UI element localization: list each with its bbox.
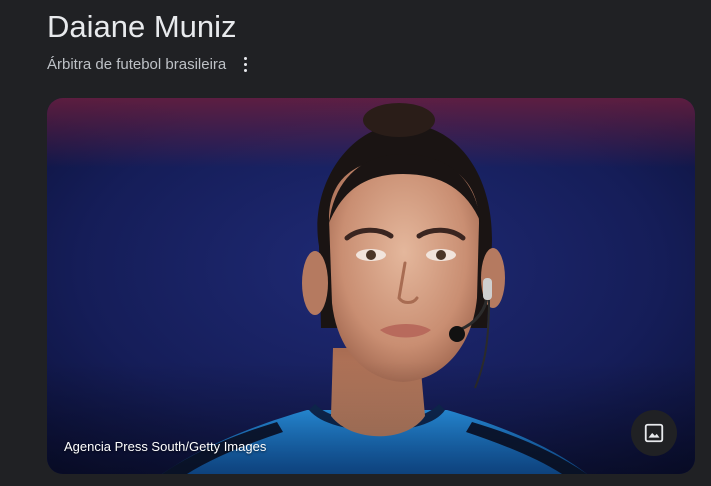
referee-portrait [47,98,695,474]
image-icon [644,423,664,443]
hero-image[interactable]: Agencia Press South/Getty Images [47,98,695,474]
view-image-button[interactable] [631,410,677,456]
entity-subtitle: Árbitra de futebol brasileira [47,55,227,73]
image-credit: Agencia Press South/Getty Images [64,439,267,454]
entity-title: Daiane Muniz [47,9,237,44]
subtitle-row: Árbitra de futebol brasileira [47,53,252,75]
more-vert-icon[interactable] [238,54,252,74]
knowledge-panel: Daiane Muniz Árbitra de futebol brasilei… [0,0,711,486]
